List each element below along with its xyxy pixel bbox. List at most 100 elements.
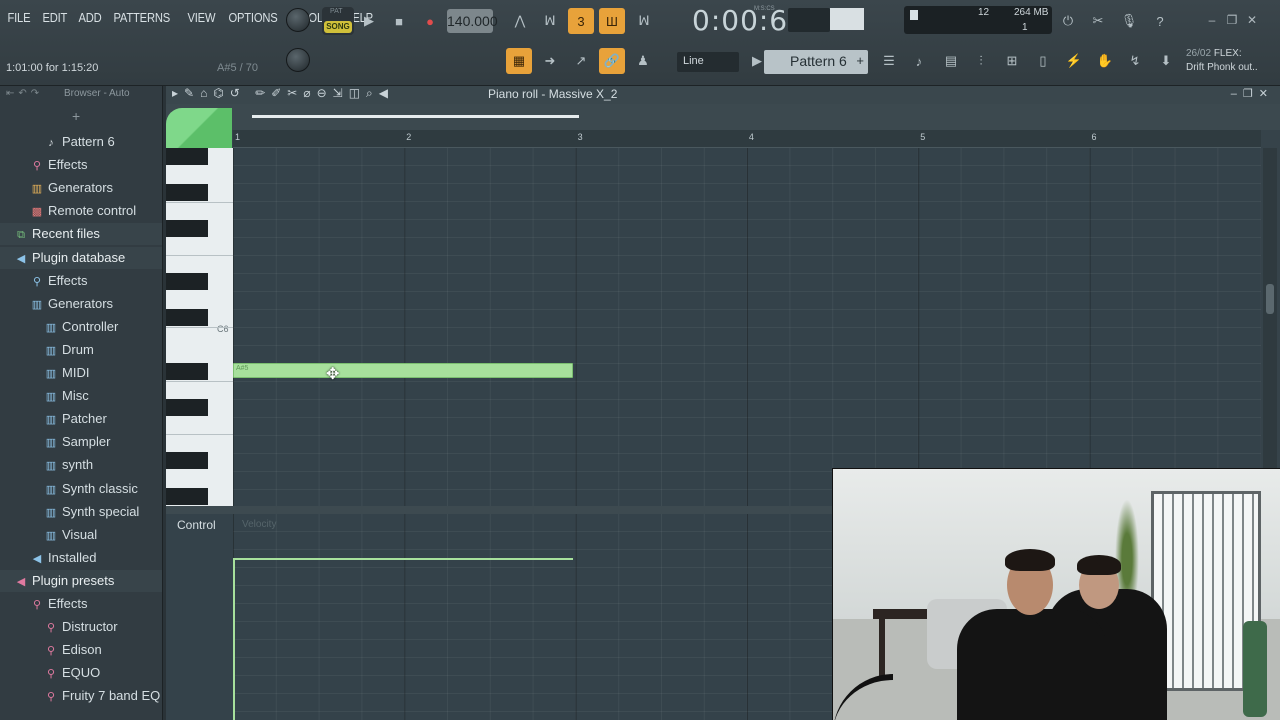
stop-button[interactable]: ■ — [386, 8, 412, 34]
mic-icon: 🎙 — [1120, 13, 1138, 28]
browser-button[interactable]: ⊞ — [999, 48, 1025, 74]
timeline-ruler[interactable]: 1 2 3 4 5 6 — [233, 130, 1261, 148]
piano-keyboard[interactable]: C6 — [166, 148, 233, 506]
speaker-icon: ◀ — [16, 575, 26, 588]
browser-item[interactable]: ▥ Patcher — [0, 408, 162, 430]
note-block[interactable]: A#5 — [233, 363, 573, 378]
browser-item[interactable]: ⚲ EQUO — [0, 662, 162, 684]
tempo-tap-button[interactable]: ↯ — [1122, 48, 1148, 74]
black-key[interactable] — [166, 309, 208, 327]
stamp-button[interactable]: ♟ — [630, 48, 656, 74]
master-pitch-knob[interactable] — [286, 48, 310, 72]
menu-add[interactable]: ADD — [75, 10, 105, 25]
touch-button[interactable]: ✋ — [1092, 48, 1118, 74]
wait-button[interactable]: ꟽ — [537, 8, 563, 34]
slide-button[interactable]: ↗ — [568, 48, 594, 74]
browser-item[interactable]: ⚲ Effects — [0, 270, 162, 292]
maximize-icon[interactable]: ❐ — [1224, 12, 1240, 28]
browser-item[interactable]: ▥ Synth classic — [0, 478, 162, 500]
browser-item[interactable]: ▥ Visual — [0, 524, 162, 546]
browser-item[interactable]: ◀ Plugin database — [0, 246, 162, 269]
browser-item[interactable]: ♪ Pattern 6 — [0, 131, 162, 153]
browser-nav-icons[interactable]: ⇤↶↷ — [6, 88, 43, 99]
browser-item[interactable]: ▥ Synth special — [0, 501, 162, 523]
piano-roll-toggle[interactable]: ▦ — [506, 48, 532, 74]
project-button[interactable]: ▯ — [1030, 48, 1056, 74]
piano-roll-tools[interactable]: ▸✎⌂⌬↺ ✏✐✂⌀⊖⇲◫⌕◀ — [172, 86, 394, 101]
browser-item[interactable]: ◀ Installed — [0, 547, 162, 569]
pat-song-toggle[interactable]: PAT SONG — [322, 7, 354, 35]
black-key[interactable] — [166, 273, 208, 291]
control-selector[interactable]: Control — [177, 518, 216, 532]
vertical-scroll-thumb[interactable] — [1266, 284, 1274, 314]
channel-rack-button[interactable]: ▤ — [938, 48, 964, 74]
piano-roll-window-controls[interactable]: –❐✕ — [1231, 87, 1274, 100]
download-button[interactable]: ⬇ — [1153, 48, 1179, 74]
minimize-icon[interactable]: – — [1204, 12, 1220, 28]
browser-item[interactable]: ◀ Plugin presets — [0, 569, 162, 592]
master-volume-knob[interactable] — [286, 8, 310, 32]
news-panel[interactable]: 26/02 FLEX: Drift Phonk out.. — [1186, 47, 1258, 75]
browser-item[interactable]: ⚲ Edison — [0, 639, 162, 661]
browser-item[interactable]: ⚲ Distructor — [0, 616, 162, 638]
velocity-stem[interactable] — [233, 558, 235, 720]
power-button[interactable]: ⏻ — [1055, 8, 1081, 34]
browser-item[interactable]: ⚲ Fruity 7 band EQ — [0, 685, 162, 707]
browser-item[interactable]: ⧉ Recent files — [0, 223, 162, 246]
browser-item[interactable]: ▥ Controller — [0, 316, 162, 338]
velocity-bar[interactable] — [233, 558, 573, 560]
menu-patterns[interactable]: PATTERNS — [110, 10, 173, 25]
piano-roll-button[interactable]: ♪ — [906, 48, 932, 74]
mixer-button[interactable]: ⫶ — [968, 48, 994, 74]
menu-view[interactable]: VIEW — [184, 10, 219, 25]
pattern-selector[interactable]: Pattern 6 + — [764, 50, 868, 74]
horizontal-scrollbar[interactable] — [252, 115, 579, 118]
piano-roll-scroll[interactable] — [166, 104, 1280, 148]
browser-item[interactable]: ⚲ Effects — [0, 593, 162, 615]
browser-title[interactable]: Browser - Auto — [64, 88, 130, 99]
step-edit-button[interactable]: Ш — [599, 8, 625, 34]
tools-button[interactable]: ✂ — [1085, 8, 1111, 34]
menu-file[interactable]: FILE — [4, 10, 34, 25]
browser-item-label: Remote control — [48, 203, 137, 219]
menu-options[interactable]: OPTIONS — [225, 10, 281, 25]
play-button[interactable]: ▶ — [356, 8, 382, 34]
browser-item-label: Patcher — [62, 411, 107, 427]
plugin-button[interactable]: ⚡ — [1061, 48, 1087, 74]
countdown-button[interactable]: 3 — [568, 8, 594, 34]
browser-item[interactable]: ▥ Misc — [0, 385, 162, 407]
close-icon[interactable]: ✕ — [1244, 12, 1260, 28]
browser-item[interactable]: ▥ Sampler — [0, 431, 162, 453]
loop-record-button[interactable]: ꟽ — [631, 8, 657, 34]
browser-item[interactable]: ▥ MIDI — [0, 362, 162, 384]
black-key[interactable] — [166, 398, 208, 416]
vertical-scrollbar[interactable] — [1263, 148, 1277, 506]
browser-item[interactable]: ▥ Generators — [0, 177, 162, 199]
link-button[interactable]: 🔗 — [599, 48, 625, 74]
browser-item[interactable]: ▥ synth — [0, 454, 162, 476]
browser-item[interactable]: ▥ Drum — [0, 339, 162, 361]
black-key[interactable] — [166, 362, 208, 380]
help-button[interactable]: ? — [1147, 8, 1173, 34]
browser-item[interactable]: ⚲ Effects — [0, 154, 162, 176]
browser-add-icon[interactable]: + — [72, 108, 80, 124]
playlist-button[interactable]: ☰ — [876, 48, 902, 74]
arrow-button[interactable]: ➜ — [537, 48, 563, 74]
browser-item[interactable]: ▥ Generators — [0, 293, 162, 315]
black-key[interactable] — [166, 219, 208, 237]
tempo-display[interactable]: 140.000 — [447, 9, 498, 33]
black-key[interactable] — [166, 452, 208, 470]
menu-edit[interactable]: EDIT — [39, 10, 71, 25]
note-grid[interactable] — [233, 148, 1261, 506]
mic-button[interactable]: 🎙 — [1116, 8, 1142, 34]
record-button[interactable]: ● — [417, 8, 443, 34]
plug-icon: ⚡ — [1065, 53, 1083, 68]
black-key[interactable] — [166, 488, 208, 506]
black-key[interactable] — [166, 183, 208, 201]
add-pattern-icon[interactable]: + — [856, 53, 864, 68]
black-key[interactable] — [166, 148, 208, 165]
snap-select[interactable]: Line — [677, 52, 739, 72]
metronome-button[interactable]: ⋀ — [507, 8, 533, 34]
slide-icon: ↗ — [575, 53, 587, 68]
browser-item[interactable]: ▩ Remote control — [0, 200, 162, 222]
